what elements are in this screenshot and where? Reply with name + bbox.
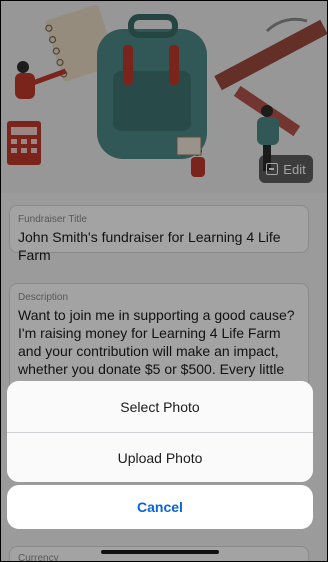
select-photo-option[interactable]: Select Photo [7, 381, 313, 432]
cancel-button[interactable]: Cancel [7, 485, 313, 529]
phone-frame: Edit Fundraiser Title John Smith's fundr… [0, 0, 328, 562]
upload-photo-option[interactable]: Upload Photo [7, 433, 313, 482]
home-indicator [101, 550, 219, 554]
photo-action-sheet: Select Photo Upload Photo [7, 381, 313, 482]
